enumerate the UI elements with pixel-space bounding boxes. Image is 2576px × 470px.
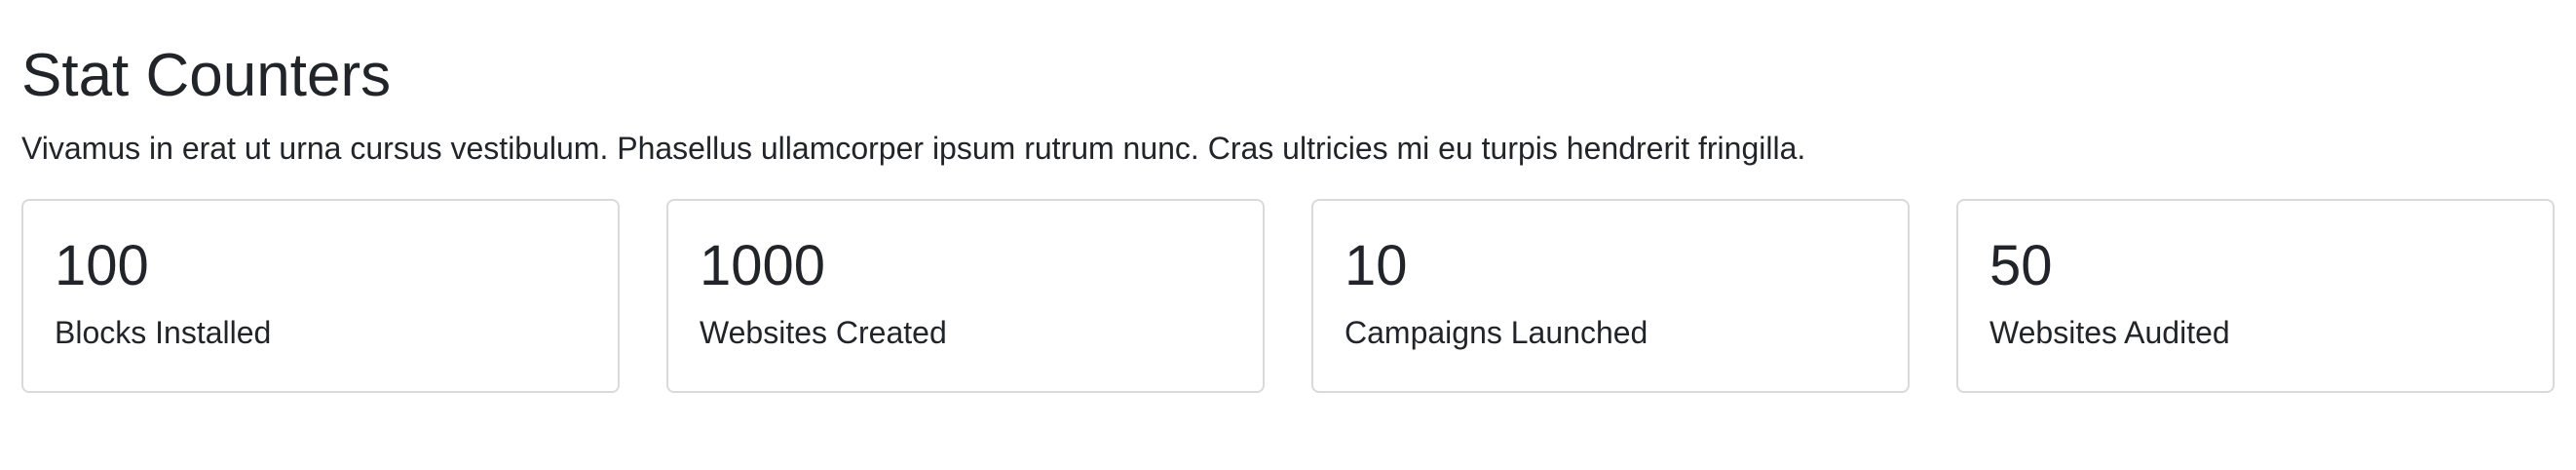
stat-label: Blocks Installed (55, 315, 272, 350)
stat-value: 50 (1989, 234, 2053, 297)
stat-label: Websites Audited (1989, 315, 2230, 350)
stat-label: Websites Created (700, 315, 947, 350)
page-title: Stat Counters (21, 42, 392, 109)
page-lead-text: Vivamus in erat ut urna cursus vestibulu… (21, 131, 1806, 166)
stat-value: 1000 (700, 234, 826, 297)
stat-card-blocks-installed: 100 Blocks Installed (21, 199, 620, 393)
stat-card-campaigns-launched: 10 Campaigns Launched (1311, 199, 1910, 393)
stat-label: Campaigns Launched (1345, 315, 1648, 350)
stat-cards: 100 Blocks Installed 1000 Websites Creat… (21, 199, 2555, 393)
stat-card-websites-created: 1000 Websites Created (666, 199, 1265, 393)
stat-card-websites-audited: 50 Websites Audited (1956, 199, 2555, 393)
stat-value: 10 (1345, 234, 1408, 297)
stat-value: 100 (55, 234, 149, 297)
stat-counters-section: Stat Counters Vivamus in erat ut urna cu… (0, 0, 2576, 393)
